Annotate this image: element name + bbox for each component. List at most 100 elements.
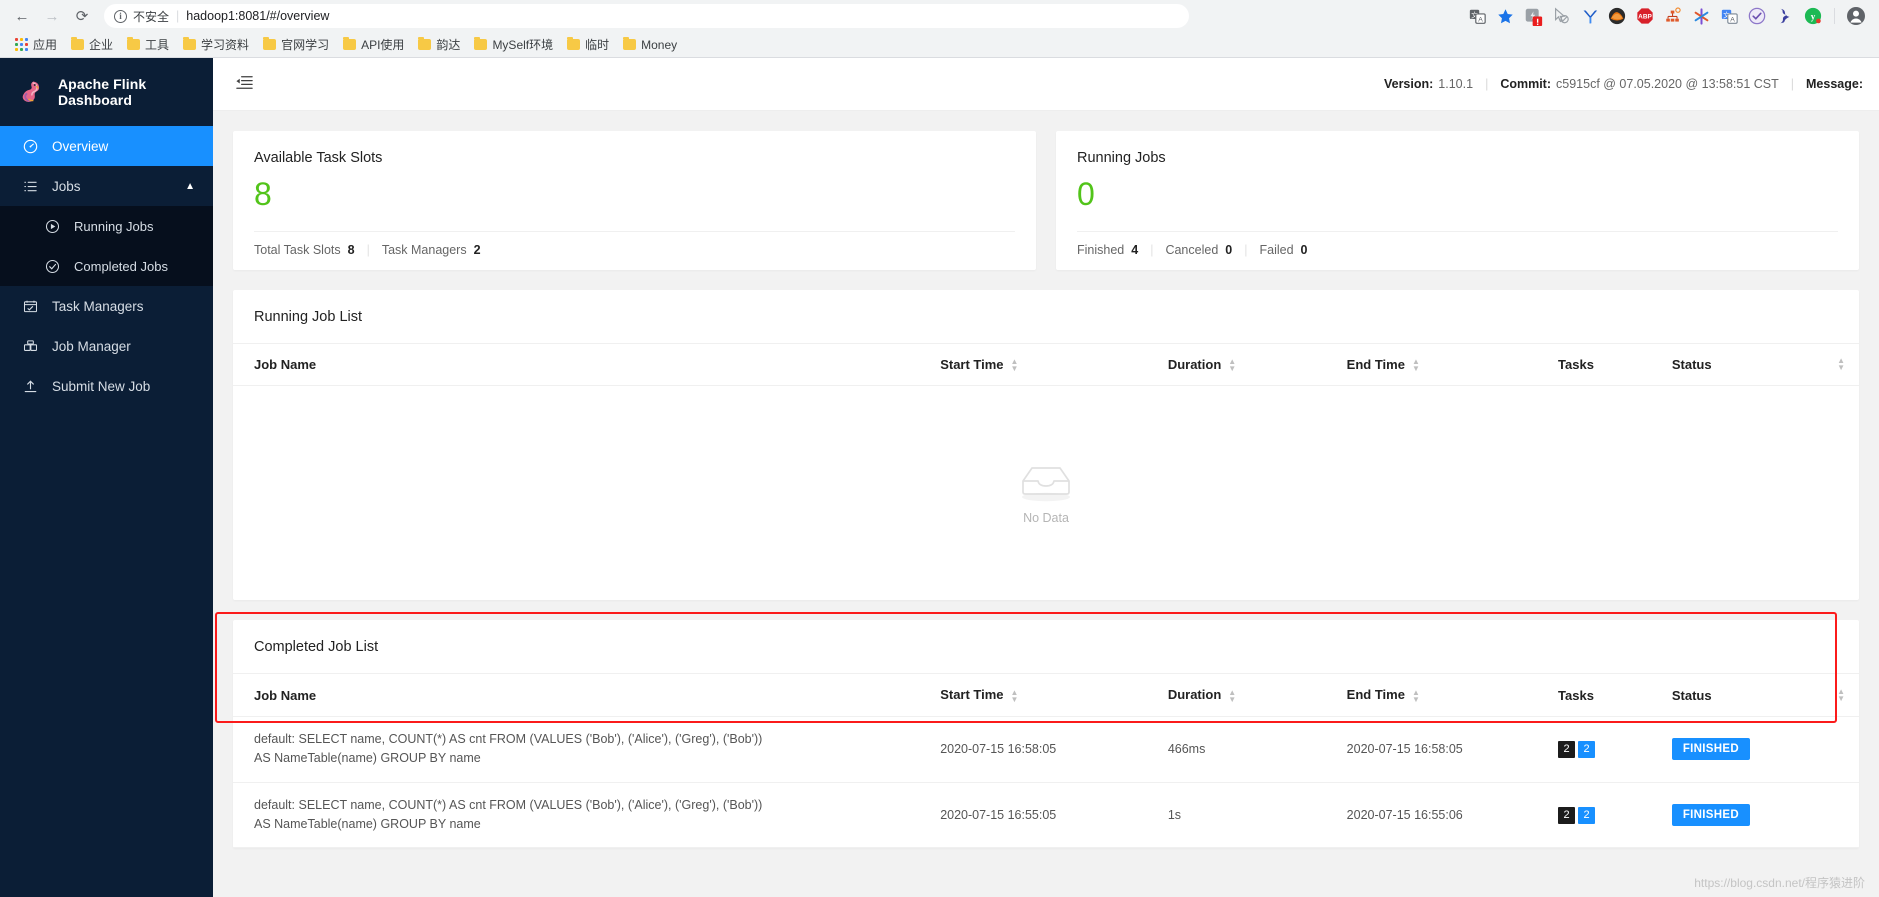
forward-button[interactable]: → [38,2,66,30]
bookmark-temp[interactable]: 临时 [561,34,615,55]
yandex-icon[interactable] [1576,3,1602,29]
bookmark-label: 应用 [33,38,58,52]
apps-grid-icon [15,38,28,51]
adblock-plus-icon[interactable]: ABP [1632,3,1658,29]
sidebar-item-job-manager[interactable]: Job Manager [0,326,213,366]
col-label: Tasks [1558,357,1594,373]
sidebar-item-task-managers[interactable]: Task Managers [0,286,213,326]
sidebar-item-jobs[interactable]: Jobs ▲ [0,166,213,206]
sidebar-item-running-jobs[interactable]: Running Jobs [0,206,213,246]
yammer-icon[interactable]: y [1800,3,1826,29]
sort-icon[interactable]: ▲ ▼ [1412,358,1420,373]
col-start-time[interactable]: Start Time ▲ ▼ [932,673,1160,717]
sort-icon[interactable]: ▲ ▼ [1011,358,1019,373]
sort-icon[interactable]: ▲ ▼ [1837,357,1845,372]
svg-text:A: A [1478,16,1483,23]
col-end-time[interactable]: End Time ▲ ▼ [1338,342,1551,387]
brand[interactable]: Apache Flink Dashboard [0,58,213,126]
cursor-blocked-icon[interactable] [1548,3,1574,29]
sort-icon[interactable]: ▲ ▼ [1837,687,1845,702]
back-button[interactable]: ← [8,2,36,30]
bookmark-apps[interactable]: 应用 [9,34,63,55]
network-graph-icon[interactable] [1660,3,1686,29]
table-header-row: Job Name Start Time ▲ ▼ Duration ▲ ▼ End Tim… [233,342,1859,387]
table-row[interactable]: default: SELECT name, COUNT(*) AS cnt FR… [233,782,1859,849]
col-label: Duration [1167,356,1222,372]
sort-icon[interactable]: ▲ ▼ [1412,688,1420,703]
col-status[interactable]: Status ▲ ▼ [1663,342,1859,387]
sidebar: Apache Flink Dashboard Overview Jobs ▲ R… [0,58,213,897]
status-badge: FINISHED [1671,738,1750,761]
bookmark-myself-env[interactable]: MySelf环境 [468,34,559,55]
bookmark-label: API使用 [361,38,405,52]
failed-value: 0 [1300,242,1308,257]
cell-tasks: 2 2 [1550,716,1664,783]
flink-dashboard: Apache Flink Dashboard Overview Jobs ▲ R… [0,58,1879,897]
col-job-name: Job Name [233,342,933,387]
task-badge-total: 2 [1558,740,1576,758]
folder-icon [263,37,277,50]
address-bar[interactable]: i 不安全 | hadoop1:8081/#/overview [104,4,1189,28]
cell-job-name[interactable]: default: SELECT name, COUNT(*) AS cnt FR… [233,782,933,849]
footer-divider: | [1150,242,1154,257]
reload-button[interactable]: ⟳ [68,2,96,30]
bookmark-money[interactable]: Money [617,36,683,54]
menu-fold-icon[interactable] [235,73,254,95]
col-status[interactable]: Status ▲ ▼ [1663,673,1859,717]
info-icon[interactable]: i [114,9,127,23]
table-row[interactable]: default: SELECT name, COUNT(*) AS cnt FR… [233,716,1859,783]
folder-icon [418,37,432,50]
col-start-time[interactable]: Start Time ▲ ▼ [932,342,1160,387]
col-end-time[interactable]: End Time ▲ ▼ [1338,673,1551,717]
col-label: Job Name [254,357,317,373]
sort-icon[interactable]: ▲ ▼ [1228,358,1236,373]
cell-job-name[interactable]: default: SELECT name, COUNT(*) AS cnt FR… [233,716,933,783]
col-label: Tasks [1558,687,1594,703]
asterisk-icon[interactable] [1688,3,1714,29]
table-header-row: Job Name Start Time ▲ ▼ Duration ▲ ▼ End Tim… [233,673,1859,717]
bookmark-enterprise[interactable]: 企业 [65,34,119,55]
google-translate-icon[interactable]: 文 A [1716,3,1742,29]
col-label: End Time [1346,687,1405,703]
security-label: 不安全 [133,9,170,24]
dashboard-icon [22,139,38,154]
completed-job-list-title: Completed Job List [254,639,379,656]
finished-value: 4 [1131,242,1139,257]
col-duration[interactable]: Duration ▲ ▼ [1159,673,1339,717]
col-label: Status [1671,687,1712,703]
bookmark-study-material[interactable]: 学习资料 [177,34,255,55]
sidebar-item-submit-new-job[interactable]: Submit New Job [0,366,213,406]
col-job-name: Job Name [233,673,933,717]
running-jobs-value: 0 [1077,176,1095,212]
chevron-up-icon[interactable]: ▲ [185,181,195,192]
translate-icon[interactable]: 文 A [1464,3,1490,29]
canceled-label: Canceled [1165,242,1219,257]
sidebar-item-label: Jobs [52,178,81,194]
extension-broken-icon[interactable] [1520,3,1546,29]
bookmark-label: Money [641,37,678,52]
bookmark-label: 官网学习 [281,38,330,52]
col-duration[interactable]: Duration ▲ ▼ [1159,342,1339,387]
col-tasks: Tasks [1550,673,1664,717]
adobe-icon[interactable] [1604,3,1630,29]
profile-avatar-icon[interactable] [1843,3,1869,29]
bookmark-yunda[interactable]: 韵达 [412,34,466,55]
bookmark-official-study[interactable]: 官网学习 [257,34,335,55]
folder-icon [474,37,488,50]
bookmark-star-icon[interactable] [1492,3,1518,29]
bookmark-label: MySelf环境 [492,38,554,52]
bookmark-api-usage[interactable]: API使用 [337,34,410,55]
s-wave-icon[interactable] [1772,3,1798,29]
sidebar-item-overview[interactable]: Overview [0,126,213,166]
sidebar-item-completed-jobs[interactable]: Completed Jobs [0,246,213,286]
checkmark-circle-icon[interactable] [1744,3,1770,29]
bookmark-tools[interactable]: 工具 [121,34,175,55]
task-badge-finished: 2 [1578,740,1596,758]
sort-icon[interactable]: ▲ ▼ [1011,688,1019,703]
svg-text:y: y [1811,12,1816,22]
sort-icon[interactable]: ▲ ▼ [1228,688,1236,703]
folder-icon [183,37,197,50]
cell-end-time: 2020-07-15 16:58:05 [1338,716,1551,783]
folder-icon [567,37,581,50]
check-circle-icon [44,259,60,274]
